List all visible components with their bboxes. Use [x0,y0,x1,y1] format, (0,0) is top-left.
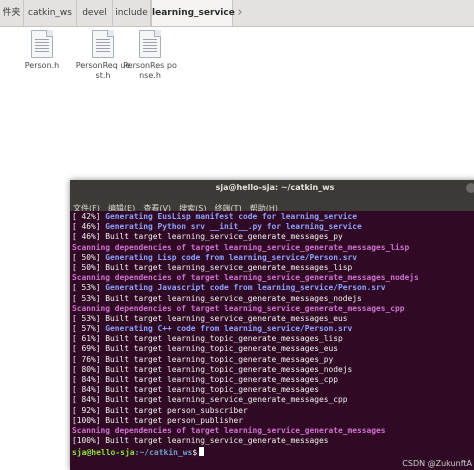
terminal-line-text: [ 57%] [72,324,106,334]
terminal-line: [ 53%] Built target learning_service_gen… [72,314,474,324]
terminal-line-text: [ 53%] Built target learning_service_gen… [72,293,362,303]
terminal-line: Scanning dependencies of target learning… [72,426,474,436]
terminal-line-text: [ 42%] [72,212,106,221]
terminal-line: [ 53%] Built target learning_service_gen… [72,294,474,304]
terminal-line-text: Scanning dependencies of target learning… [72,303,405,313]
terminal-line: [100%] Built target learning_service_gen… [72,436,474,446]
terminal-line-text: [ 76%] Built target learning_topic_gener… [72,354,334,364]
terminal-line: [ 76%] Built target learning_topic_gener… [72,355,474,365]
terminal-line: Scanning dependencies of target learning… [72,273,474,283]
terminal-line-text: [ 80%] Built target learning_topic_gener… [72,364,353,374]
terminal-line-text: [ 84%] Built target learning_service_gen… [72,395,348,405]
breadcrumb-catkin-ws[interactable]: catkin_ws [24,0,77,26]
terminal-line: Scanning dependencies of target learning… [72,243,474,253]
file-label: PersonRes ponse.h [123,61,177,80]
terminal-line: [ 46%] Built target learning_service_gen… [72,232,474,242]
terminal-line: [ 42%] Generating EusLisp manifest code … [72,212,474,222]
terminal-line: [ 84%] Built target learning_service_gen… [72,395,474,405]
file-label: Person.h [24,61,60,70]
terminal-output[interactable]: [ 42%] Generating EusLisp manifest code … [70,211,474,470]
terminal-line: [100%] Built target person_publisher [72,416,474,426]
terminal-line: [ 53%] Generating Javascript code from l… [72,283,474,293]
terminal-line-text: [ 50%] Built target learning_service_gen… [72,262,353,272]
terminal-line-text: [ 61%] Built target learning_topic_gener… [72,334,343,344]
terminal-line-highlight: Generating EusLisp manifest code for lea… [105,212,358,221]
terminal-line-text: [ 69%] Built target learning_topic_gener… [72,344,339,354]
terminal-line: [ 46%] Generating Python srv __init__.py… [72,222,474,232]
text-file-icon [139,30,161,58]
breadcrumb-devel[interactable]: devel [77,0,113,26]
file-item-person-h[interactable]: Person.h [14,30,70,71]
terminal-line: [ 50%] Generating Lisp code from learnin… [72,253,474,263]
watermark: CSDN @ZukunftA [402,459,472,468]
file-item-personresponse-h[interactable]: PersonRes ponse.h [122,30,178,81]
terminal-line-text: [ 50%] [72,252,106,262]
terminal-line: [ 80%] Built target learning_topic_gener… [72,365,474,375]
terminal-window[interactable]: sja@hello-sja: ~/catkin_ws 文件(F) 编辑(E) 查… [70,180,474,470]
terminal-line-text: [100%] Built target person_publisher [72,415,244,425]
prompt-dollar: $ [192,448,198,458]
terminal-line-highlight: Generating Python srv __init__.py for le… [105,222,362,232]
terminal-line: Scanning dependencies of target learning… [72,304,474,314]
terminal-line-text: [ 84%] Built target learning_topic_gener… [72,385,320,395]
terminal-line: [ 84%] Built target learning_topic_gener… [72,375,474,385]
terminal-line-text: [ 46%] Built target learning_service_gen… [72,232,343,242]
terminal-line-text: [ 92%] Built target person_subscriber [72,405,248,415]
terminal-line: [ 92%] Built target person_subscriber [72,406,474,416]
terminal-line-highlight: Generating Lisp code from learning_servi… [105,252,358,262]
terminal-line-text: Scanning dependencies of target learning… [72,242,410,252]
terminal-line: [ 61%] Built target learning_topic_gener… [72,334,474,344]
breadcrumb-learning-service[interactable]: learning_service [151,0,235,26]
terminal-menubar: 文件(F) 编辑(E) 查看(V) 搜索(S) 终端(T) 帮助(H) [70,196,474,213]
terminal-line-text: [ 84%] Built target learning_topic_gener… [72,375,339,384]
cursor [199,447,205,457]
terminal-line-text: Scanning dependencies of target learning… [72,273,419,283]
text-file-icon [92,30,114,58]
terminal-line: [ 84%] Built target learning_topic_gener… [72,385,474,395]
text-file-icon [31,30,53,58]
breadcrumb-next-arrow-icon[interactable]: › [233,0,247,26]
prompt-user: sja@hello-sja [72,448,135,458]
prompt-path: :~/catkin_ws [134,448,193,458]
terminal-line-text: [ 53%] Built target learning_service_gen… [72,313,348,323]
terminal-line-text: Scanning dependencies of target learning… [72,425,386,435]
breadcrumb-include[interactable]: include [113,0,151,26]
terminal-line-text: [100%] Built target learning_service_gen… [72,436,329,446]
path-bar: 件夹 catkin_ws devel include learning_serv… [0,0,474,27]
terminal-line-text: [ 46%] [72,222,106,232]
terminal-prompt[interactable]: sja@hello-sja:~/catkin_ws$ [72,447,474,458]
terminal-line-highlight: Generating C++ code from learning_servic… [105,324,353,334]
close-icon[interactable] [466,183,474,193]
breadcrumb-folder[interactable]: 件夹 [0,0,24,26]
terminal-line-highlight: Generating Javascript code from learning… [105,283,386,293]
terminal-title: sja@hello-sja: ~/catkin_ws [70,180,474,196]
terminal-line: [ 69%] Built target learning_topic_gener… [72,344,474,354]
terminal-line: [ 50%] Built target learning_service_gen… [72,263,474,273]
terminal-line: [ 57%] Generating C++ code from learning… [72,324,474,334]
terminal-line-text: [ 53%] [72,283,106,293]
